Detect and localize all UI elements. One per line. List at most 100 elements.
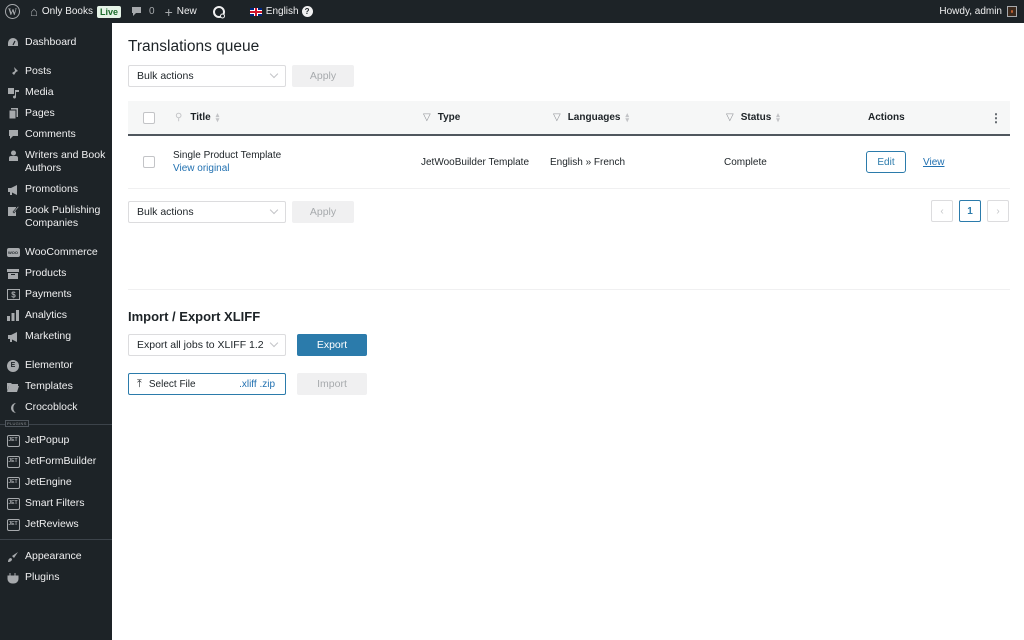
search-icon[interactable]: ⚲	[175, 112, 182, 123]
my-account[interactable]: Howdy, admin	[934, 0, 1024, 23]
column-type[interactable]: ▽ Type	[423, 112, 460, 123]
import-export-title: Import / Export XLIFF	[128, 309, 261, 324]
column-languages[interactable]: ▽ Languages ▴ ▾	[553, 112, 630, 124]
allowed-extensions: .xliff .zip	[239, 378, 275, 390]
folder-icon	[6, 380, 20, 393]
sidebar-item-marketing[interactable]: Marketing	[0, 326, 112, 347]
pagination-next[interactable]: ›	[987, 200, 1009, 222]
chevron-down-icon	[269, 205, 279, 215]
sort-icon[interactable]: ▴ ▾	[216, 112, 220, 124]
view-link[interactable]: View	[923, 157, 945, 168]
sidebar-item-pages[interactable]: Pages	[0, 103, 112, 124]
export-button[interactable]: Export	[297, 334, 367, 356]
comments-link[interactable]: 0	[126, 0, 160, 23]
export-format-select[interactable]: Export all jobs to XLIFF 1.2	[128, 334, 286, 356]
plugins-tag: PLUGINS	[5, 420, 29, 427]
site-name-link[interactable]: ⌂ Only Books Live	[25, 0, 126, 23]
wordpress-logo[interactable]: W	[0, 0, 25, 23]
plugin-icon	[6, 571, 20, 584]
jet-icon: JET	[6, 434, 20, 447]
sidebar-item-writers-and-book-authors[interactable]: Writers and Book Authors	[0, 145, 112, 179]
upload-icon: ⤒	[137, 377, 142, 390]
row-checkbox[interactable]	[143, 156, 155, 168]
edit-button[interactable]: Edit	[866, 151, 906, 173]
select-file-input[interactable]: ⤒ Select File .xliff .zip	[128, 373, 286, 395]
view-original-link[interactable]: View original	[173, 163, 230, 174]
row-type: JetWooBuilder Template	[421, 156, 530, 168]
filter-icon[interactable]: ▽	[423, 112, 431, 123]
media-icon	[6, 86, 20, 99]
sort-icon[interactable]: ▴ ▾	[776, 112, 780, 124]
table-row: Single Product Template View original Je…	[128, 136, 1010, 189]
language-label: English	[265, 6, 299, 17]
live-badge: Live	[97, 5, 122, 18]
column-title[interactable]: ⚲ Title ▴ ▾	[175, 112, 220, 124]
apply-button-bottom[interactable]: Apply	[292, 201, 354, 223]
translation-plugin-link[interactable]	[202, 0, 240, 23]
crocoblock-icon	[6, 401, 20, 414]
pin-icon	[6, 65, 20, 78]
language-switcher[interactable]: English ?	[240, 0, 318, 23]
sidebar-item-smart-filters[interactable]: JET Smart Filters	[0, 493, 112, 514]
dashboard-icon	[6, 36, 20, 49]
sidebar-item-templates[interactable]: Templates	[0, 376, 112, 397]
filter-icon[interactable]: ▽	[726, 112, 734, 123]
row-status: Complete	[724, 156, 767, 168]
sidebar-item-comments[interactable]: Comments	[0, 124, 112, 145]
plus-icon: +	[164, 3, 173, 20]
sidebar-item-elementor[interactable]: E Elementor	[0, 355, 112, 376]
sidebar-item-jetengine[interactable]: JET JetEngine	[0, 472, 112, 493]
uk-flag-icon	[249, 7, 262, 16]
more-options-icon[interactable]: ⋮	[990, 111, 1002, 125]
woocommerce-icon: WOO	[6, 248, 20, 257]
comment-icon	[6, 128, 20, 141]
sidebar-item-book-publishing-companies[interactable]: Book Publishing Companies	[0, 200, 112, 234]
help-icon[interactable]: ?	[301, 6, 313, 17]
jet-icon: JET	[6, 455, 20, 468]
admin-sidebar: Dashboard Posts Media Pages Comments Wri…	[0, 23, 112, 640]
sidebar-item-analytics[interactable]: Analytics	[0, 305, 112, 326]
greeting: Howdy, admin	[939, 6, 1002, 17]
sidebar-item-appearance[interactable]: Appearance	[0, 546, 112, 567]
bulk-actions-select-top[interactable]: Bulk actions	[128, 65, 286, 87]
import-button[interactable]: Import	[297, 373, 367, 395]
bulk-actions-select-bottom[interactable]: Bulk actions	[128, 201, 286, 223]
select-all-checkbox[interactable]	[143, 111, 155, 124]
wordpress-icon: W	[5, 4, 20, 19]
sidebar-item-jetreviews[interactable]: JET JetReviews	[0, 514, 112, 535]
sidebar-item-woocommerce[interactable]: WOO WooCommerce	[0, 242, 112, 263]
sidebar-item-payments[interactable]: $ Payments	[0, 284, 112, 305]
filter-icon[interactable]: ▽	[553, 112, 561, 123]
column-actions: Actions	[868, 112, 905, 123]
admin-bar: W ⌂ Only Books Live 0 + New English ? Ho…	[0, 0, 1024, 23]
edit-icon	[6, 204, 20, 217]
translate-icon	[212, 5, 226, 19]
pagination-prev[interactable]: ‹	[931, 200, 953, 222]
sidebar-item-jetformbuilder[interactable]: JET JetFormBuilder	[0, 451, 112, 472]
elementor-icon: E	[6, 359, 20, 372]
translations-table: ⚲ Title ▴ ▾ ▽ Type ▽ Languages ▴ ▾ ▽ Statu…	[128, 101, 1010, 189]
new-content-link[interactable]: + New	[160, 0, 202, 23]
sidebar-item-products[interactable]: Products	[0, 263, 112, 284]
sidebar-item-promotions[interactable]: Promotions	[0, 179, 112, 200]
sidebar-item-media[interactable]: Media	[0, 82, 112, 103]
megaphone-icon	[6, 330, 20, 343]
jet-icon: JET	[6, 518, 20, 531]
sidebar-item-posts[interactable]: Posts	[0, 61, 112, 82]
sidebar-item-crocoblock[interactable]: Crocoblock	[0, 397, 112, 418]
dollar-icon: $	[6, 288, 20, 301]
column-status[interactable]: ▽ Status ▴ ▾	[726, 112, 780, 124]
sidebar-item-plugins[interactable]: Plugins	[0, 567, 112, 588]
apply-button-top[interactable]: Apply	[292, 65, 354, 87]
pagination-current[interactable]: 1	[959, 200, 981, 222]
table-header: ⚲ Title ▴ ▾ ▽ Type ▽ Languages ▴ ▾ ▽ Statu…	[128, 101, 1010, 136]
row-title: Single Product Template	[173, 150, 282, 161]
svg-text:$: $	[11, 291, 16, 300]
user-icon	[6, 149, 20, 162]
megaphone-icon	[6, 183, 20, 196]
sort-icon[interactable]: ▴ ▾	[626, 112, 630, 124]
sidebar-item-dashboard[interactable]: Dashboard	[0, 32, 112, 53]
page-title: Translations queue	[128, 38, 260, 55]
brush-icon	[6, 550, 20, 563]
comments-count: 0	[149, 6, 155, 17]
